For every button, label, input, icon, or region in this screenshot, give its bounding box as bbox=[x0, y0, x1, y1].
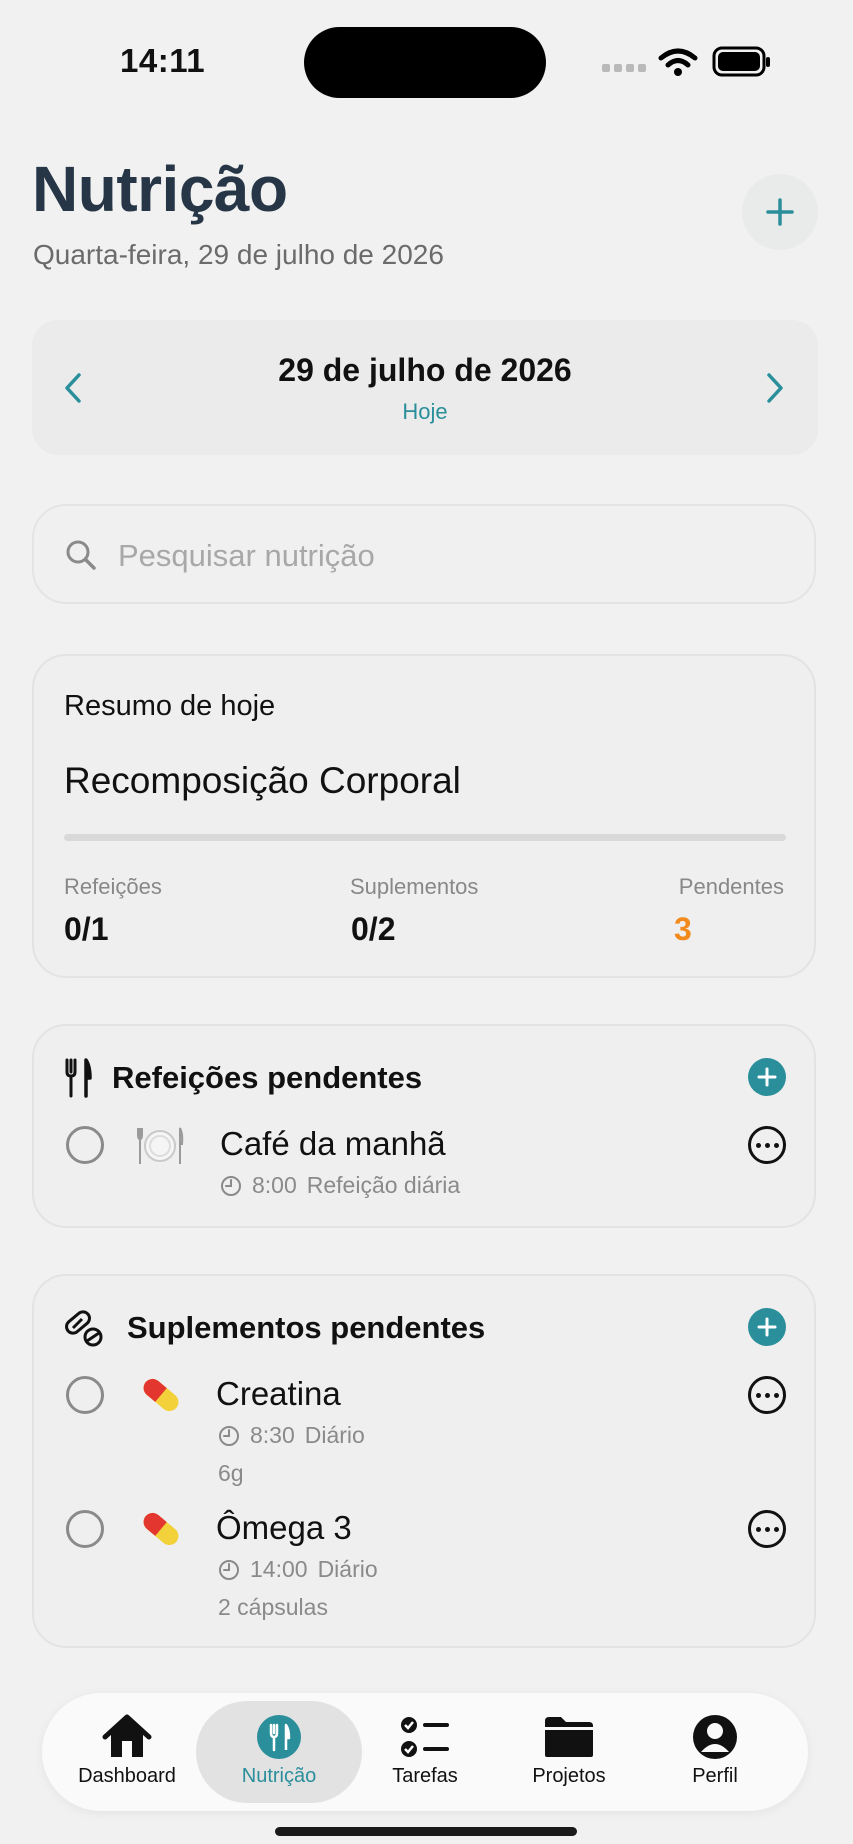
tab-label: Perfil bbox=[692, 1765, 738, 1787]
supplement-meta: 14:00 Diário bbox=[218, 1556, 378, 1583]
stat-meals-value: 0/1 bbox=[64, 911, 109, 947]
supplement-name: Ômega 3 bbox=[216, 1509, 352, 1546]
add-supplement-button[interactable] bbox=[748, 1308, 786, 1346]
meal-name: Café da manhã bbox=[220, 1125, 446, 1162]
tab-projects[interactable]: Projetos bbox=[504, 1693, 634, 1811]
search-placeholder: Pesquisar nutrição bbox=[118, 538, 375, 573]
home-indicator bbox=[275, 1827, 577, 1836]
supplement-name: Creatina bbox=[216, 1375, 341, 1412]
supplement-checkbox[interactable] bbox=[66, 1510, 104, 1548]
meal-frequency: Refeição diária bbox=[306, 1172, 461, 1198]
stat-pending-label: Pendentes bbox=[678, 874, 784, 899]
tab-profile[interactable]: Perfil bbox=[650, 1693, 780, 1811]
stat-supplements-label: Suplementos bbox=[350, 874, 479, 899]
stat-supplements-value: 0/2 bbox=[351, 911, 396, 947]
person-icon bbox=[693, 1715, 737, 1759]
add-meal-button[interactable] bbox=[748, 1058, 786, 1096]
page-title: Nutrição bbox=[32, 153, 288, 225]
tab-bar: Dashboard Nutrição Tarefas Projetos Perf… bbox=[42, 1693, 808, 1811]
meals-section-title: Refeições pendentes bbox=[112, 1060, 423, 1095]
plate-icon bbox=[137, 1127, 184, 1164]
tab-nutrition[interactable]: Nutrição bbox=[214, 1693, 344, 1811]
pending-supplements-card: Suplementos pendentes Creatina 8:30 Diár… bbox=[32, 1274, 816, 1648]
wifi-icon bbox=[658, 48, 698, 76]
meal-more-button[interactable] bbox=[748, 1126, 786, 1164]
pill-icon bbox=[143, 1378, 179, 1412]
supplements-section-title: Suplementos pendentes bbox=[127, 1310, 486, 1345]
plus-icon bbox=[757, 1317, 777, 1337]
home-icon bbox=[102, 1714, 152, 1757]
clock-icon bbox=[221, 1175, 241, 1196]
battery-icon bbox=[712, 46, 770, 77]
supplement-more-button[interactable] bbox=[748, 1510, 786, 1548]
selected-date: 29 de julho de 2026 bbox=[278, 352, 572, 388]
tab-label: Nutrição bbox=[241, 1765, 317, 1787]
cellular-signal-icon bbox=[602, 64, 646, 72]
supplement-time: 8:30 bbox=[250, 1422, 295, 1448]
tab-label: Projetos bbox=[532, 1765, 606, 1787]
supplement-frequency: Diário bbox=[304, 1422, 365, 1448]
stat-pending-value: 3 bbox=[674, 911, 692, 947]
plus-icon bbox=[766, 198, 794, 226]
summary-title: Resumo de hoje bbox=[64, 690, 276, 722]
dynamic-island bbox=[304, 27, 546, 98]
search-input[interactable]: Pesquisar nutrição bbox=[32, 504, 816, 604]
meal-meta: 8:00 Refeição diária bbox=[220, 1172, 460, 1199]
tab-label: Tarefas bbox=[392, 1765, 458, 1787]
fork-knife-icon bbox=[257, 1715, 301, 1759]
clock-icon bbox=[219, 1425, 239, 1446]
supplement-frequency: Diário bbox=[317, 1556, 378, 1582]
meal-checkbox[interactable] bbox=[66, 1126, 104, 1164]
tab-tasks[interactable]: Tarefas bbox=[360, 1693, 490, 1811]
supplement-meta: 8:30 Diário bbox=[218, 1422, 365, 1449]
checklist-icon bbox=[401, 1717, 449, 1757]
plus-icon bbox=[757, 1067, 777, 1087]
folder-icon bbox=[545, 1717, 593, 1757]
search-icon bbox=[66, 540, 96, 570]
pills-icon bbox=[65, 1310, 103, 1347]
supplement-dose: 2 cápsulas bbox=[218, 1594, 328, 1620]
supplement-checkbox[interactable] bbox=[66, 1376, 104, 1414]
today-label[interactable]: Hoje bbox=[32, 399, 818, 425]
summary-card: Resumo de hoje Recomposição Corporal Ref… bbox=[32, 654, 816, 978]
goal-name: Recomposição Corporal bbox=[64, 760, 461, 801]
pending-meals-card: Refeições pendentes Café da manhã 8:00 R… bbox=[32, 1024, 816, 1228]
pill-icon bbox=[143, 1512, 179, 1546]
add-button[interactable] bbox=[742, 174, 818, 250]
tab-label: Dashboard bbox=[78, 1765, 176, 1787]
chevron-right-icon bbox=[767, 373, 783, 403]
status-time: 14:11 bbox=[120, 42, 206, 79]
page-subtitle: Quarta-feira, 29 de julho de 2026 bbox=[33, 239, 444, 270]
progress-bar bbox=[64, 834, 786, 841]
fork-knife-icon bbox=[65, 1058, 92, 1098]
next-day-button[interactable] bbox=[760, 368, 790, 408]
clock-icon bbox=[219, 1559, 239, 1580]
stat-meals-label: Refeições bbox=[64, 874, 162, 899]
date-navigator: 29 de julho de 2026 Hoje bbox=[32, 320, 818, 455]
supplement-time: 14:00 bbox=[250, 1556, 308, 1582]
supplement-dose: 6g bbox=[218, 1460, 244, 1486]
meal-time: 8:00 bbox=[252, 1172, 297, 1198]
supplement-more-button[interactable] bbox=[748, 1376, 786, 1414]
tab-dashboard[interactable]: Dashboard bbox=[62, 1693, 192, 1811]
